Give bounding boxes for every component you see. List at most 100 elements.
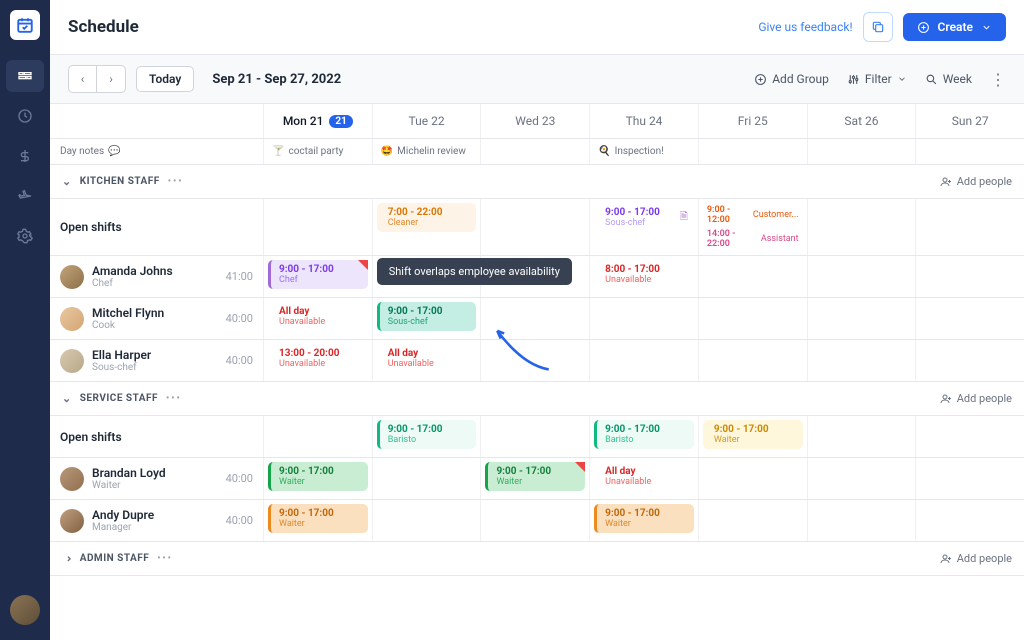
copy-button[interactable] <box>863 12 893 42</box>
page-title: Schedule <box>68 17 139 37</box>
schedule-grid: Mon 2121 Tue 22 Wed 23 Thu 24 Fri 25 Sat… <box>50 104 1024 640</box>
group-service-header: ⌄ SERVICE STAFF ••• Add people <box>50 382 1024 416</box>
group-menu[interactable]: ••• <box>168 177 184 187</box>
staff-row: Ella HarperSous-chef 40:00 13:00 - 20:00… <box>50 340 1024 382</box>
avatar <box>60 509 84 533</box>
day-header-wed[interactable]: Wed 23 <box>480 104 589 138</box>
avatar <box>60 265 84 289</box>
unavailable-card[interactable]: All dayUnavailable <box>594 462 694 491</box>
avatar <box>60 467 84 491</box>
day-header-tue[interactable]: Tue 22 <box>372 104 481 138</box>
create-button[interactable]: Create <box>903 13 1006 41</box>
plus-circle-icon <box>754 73 767 86</box>
shift-card[interactable]: 9:00 - 17:00Waiter <box>268 504 368 533</box>
note-sat[interactable] <box>807 139 916 164</box>
shift-card[interactable]: 9:00 - 12:00Customer... <box>703 203 803 227</box>
shift-card[interactable]: 9:00 - 17:00Waiter <box>594 504 694 533</box>
toolbar: ‹ › Today Sep 21 - Sep 27, 2022 Add Grou… <box>50 55 1024 104</box>
person-add-icon <box>940 176 952 188</box>
add-people-button[interactable]: Add people <box>940 392 1012 405</box>
add-group-button[interactable]: Add Group <box>754 72 829 86</box>
shift-card[interactable]: 8:00 - 17:00Unavailable <box>594 260 694 289</box>
open-shifts-label: Open shifts <box>60 220 122 234</box>
service-open-shifts-row: Open shifts 9:00 - 17:00Baristo 9:00 - 1… <box>50 416 1024 458</box>
shift-card[interactable]: 7:00 - 22:00Cleaner <box>377 203 477 232</box>
nav-travel[interactable] <box>6 180 44 212</box>
shift-card[interactable]: 9:00 - 17:00Waiter <box>268 462 368 491</box>
prev-button[interactable]: ‹ <box>69 66 97 92</box>
expand-icon[interactable]: ⌄ <box>60 554 73 564</box>
group-admin-header: ⌄ ADMIN STAFF ••• Add people <box>50 542 1024 576</box>
day-header-sat[interactable]: Sat 26 <box>807 104 916 138</box>
group-title: SERVICE STAFF <box>80 393 158 404</box>
person-add-icon <box>940 393 952 405</box>
search-icon <box>925 73 938 86</box>
note-fri[interactable] <box>698 139 807 164</box>
unavailable-card[interactable]: 13:00 - 20:00Unavailable <box>268 344 368 373</box>
day-notes-label: Day notes💬 <box>50 139 263 164</box>
staff-row: Mitchel FlynnCook 40:00 All dayUnavailab… <box>50 298 1024 340</box>
filter-icon <box>847 73 860 86</box>
group-menu[interactable]: ••• <box>157 554 173 564</box>
filter-button[interactable]: Filter <box>847 72 907 86</box>
staff-row: Brandan LoydWaiter 40:00 9:00 - 17:00Wai… <box>50 458 1024 500</box>
note-tue[interactable]: 🤩Michelin review <box>372 139 481 164</box>
date-nav: ‹ › <box>68 65 126 93</box>
shift-card[interactable]: 9:00 - 17:00Sous-chef🗎 <box>594 203 694 232</box>
day-header-mon[interactable]: Mon 2121 <box>263 104 372 138</box>
unavailable-card[interactable]: All dayUnavailable <box>377 344 477 373</box>
nav-settings[interactable] <box>6 220 44 252</box>
today-badge: 21 <box>329 115 352 128</box>
day-notes-row: Day notes💬 🍸coctail party 🤩Michelin revi… <box>50 139 1024 165</box>
group-kitchen-header: ⌄ KITCHEN STAFF ••• Add people <box>50 165 1024 199</box>
feedback-link[interactable]: Give us feedback! <box>758 20 852 34</box>
sidebar <box>0 0 50 640</box>
warning-corner <box>575 462 585 472</box>
overlap-tooltip: Shift overlaps employee availability <box>377 258 572 285</box>
nav-time[interactable] <box>6 100 44 132</box>
group-title: ADMIN STAFF <box>80 553 149 564</box>
day-header-row: Mon 2121 Tue 22 Wed 23 Thu 24 Fri 25 Sat… <box>50 104 1024 139</box>
shift-card[interactable]: 14:00 - 22:00Assistant <box>703 227 803 251</box>
note-thu[interactable]: 🍳Inspection! <box>589 139 698 164</box>
shift-card[interactable]: 9:00 - 17:00Waiter <box>485 462 585 491</box>
date-range: Sep 21 - Sep 27, 2022 <box>212 72 341 87</box>
kitchen-open-shifts-row: Open shifts 7:00 - 22:00Cleaner 9:00 - 1… <box>50 199 1024 256</box>
group-menu[interactable]: ••• <box>166 394 182 404</box>
shift-card[interactable]: 9:00 - 17:00Chef <box>268 260 368 289</box>
note-mon[interactable]: 🍸coctail party <box>263 139 372 164</box>
plus-circle-icon <box>917 21 930 34</box>
avatar <box>60 349 84 373</box>
day-header-sun[interactable]: Sun 27 <box>915 104 1024 138</box>
unavailable-card[interactable]: All dayUnavailable <box>268 302 368 331</box>
shift-card[interactable]: 9:00 - 17:00Waiter <box>703 420 803 449</box>
day-header-fri[interactable]: Fri 25 <box>698 104 807 138</box>
note-sun[interactable] <box>915 139 1024 164</box>
day-header-thu[interactable]: Thu 24 <box>589 104 698 138</box>
shift-card[interactable]: 9:00 - 17:00Baristo <box>377 420 477 449</box>
nav-pay[interactable] <box>6 140 44 172</box>
collapse-icon[interactable]: ⌄ <box>62 175 72 188</box>
avatar <box>60 307 84 331</box>
shift-card[interactable]: 9:00 - 17:00Baristo <box>594 420 694 449</box>
add-people-button[interactable]: Add people <box>940 175 1012 188</box>
page-header: Schedule Give us feedback! Create <box>50 0 1024 55</box>
chevron-down-icon <box>981 22 992 33</box>
more-button[interactable]: ⋮ <box>990 70 1006 89</box>
note-wed[interactable] <box>480 139 589 164</box>
collapse-icon[interactable]: ⌄ <box>62 392 72 405</box>
app-logo[interactable] <box>10 10 40 40</box>
user-avatar[interactable] <box>10 595 40 625</box>
staff-row: Andy DupreManager 40:00 9:00 - 17:00Wait… <box>50 500 1024 542</box>
group-title: KITCHEN STAFF <box>80 176 160 187</box>
warning-corner <box>358 260 368 270</box>
next-button[interactable]: › <box>97 66 125 92</box>
note-icon: 🗎 <box>680 209 688 226</box>
shift-card[interactable]: 9:00 - 17:00Sous-chef <box>377 302 477 331</box>
today-button[interactable]: Today <box>136 66 194 92</box>
add-people-button[interactable]: Add people <box>940 552 1012 565</box>
person-add-icon <box>940 553 952 565</box>
nav-schedule[interactable] <box>6 60 44 92</box>
week-view-button[interactable]: Week <box>925 72 972 86</box>
hours-total: 41:00 <box>226 270 253 283</box>
